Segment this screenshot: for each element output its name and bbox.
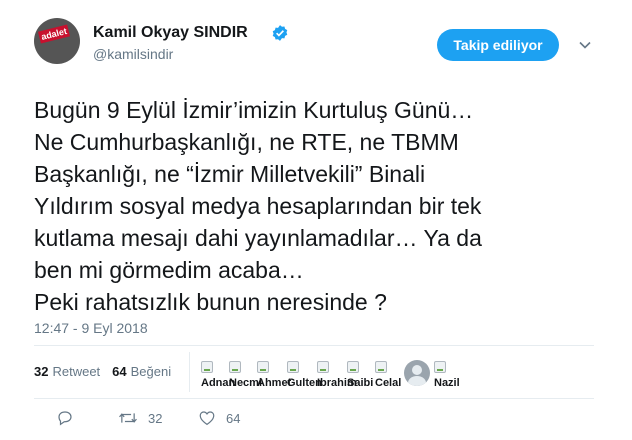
broken-image-icon: [375, 361, 387, 373]
liker-default-avatar[interactable]: [404, 360, 430, 386]
liker-name: Nazil: [434, 377, 460, 389]
liker-name: Saibi: [347, 377, 374, 389]
liker-avatar[interactable]: Saibi: [347, 361, 373, 389]
avatar-text: adalet: [37, 24, 71, 44]
tweet-timestamp[interactable]: 12:47 - 9 Eyl 2018: [34, 320, 148, 336]
like-count: 64: [226, 410, 241, 426]
author-avatar[interactable]: adalet: [34, 18, 80, 64]
tweet-stats: 32 Retweet 64 Beğeni: [34, 364, 183, 379]
liker-avatar[interactable]: Necmi: [229, 361, 262, 389]
liker-avatar[interactable]: Ibrahim: [317, 361, 357, 389]
retweets-stat[interactable]: 32 Retweet: [34, 364, 100, 379]
likes-count: 64: [112, 364, 127, 379]
verified-badge-icon: [272, 25, 288, 41]
broken-image-icon: [434, 361, 446, 373]
broken-image-icon: [257, 361, 269, 373]
heart-icon: [199, 411, 215, 426]
retweet-count: 32: [148, 410, 163, 426]
broken-image-icon: [347, 361, 359, 373]
liker-avatar[interactable]: Gulten: [287, 361, 322, 389]
stats-separator: [189, 352, 190, 392]
liker-name: Celal: [375, 377, 402, 389]
like-action[interactable]: 64: [198, 409, 240, 427]
retweet-icon: [119, 413, 137, 423]
broken-image-icon: [229, 361, 241, 373]
broken-image-icon: [317, 361, 329, 373]
likes-stat[interactable]: 64 Beğeni: [112, 364, 171, 379]
liker-avatar[interactable]: Celal: [375, 361, 401, 389]
reply-action[interactable]: [56, 409, 84, 427]
retweets-label: Retweet: [52, 364, 101, 379]
reply-icon: [58, 411, 72, 426]
retweets-count: 32: [34, 364, 49, 379]
chevron-down-icon[interactable]: [578, 38, 592, 52]
author-handle[interactable]: @kamilsindir: [93, 46, 173, 62]
author-display-name[interactable]: Kamil Okyay SINDIR: [93, 24, 248, 42]
broken-image-icon: [201, 361, 213, 373]
likes-label: Beğeni: [130, 364, 172, 379]
tweet-text: Bugün 9 Eylül İzmir’imizin Kurtuluş Günü…: [34, 97, 482, 315]
following-button[interactable]: Takip ediliyor: [437, 29, 559, 61]
divider: [34, 345, 594, 346]
liker-avatar[interactable]: Adnan: [201, 361, 235, 389]
liker-avatar[interactable]: Nazil: [434, 361, 460, 389]
liker-avatar[interactable]: Ahmet: [257, 361, 291, 389]
retweet-action[interactable]: 32: [118, 409, 162, 427]
broken-image-icon: [287, 361, 299, 373]
divider: [34, 398, 594, 399]
